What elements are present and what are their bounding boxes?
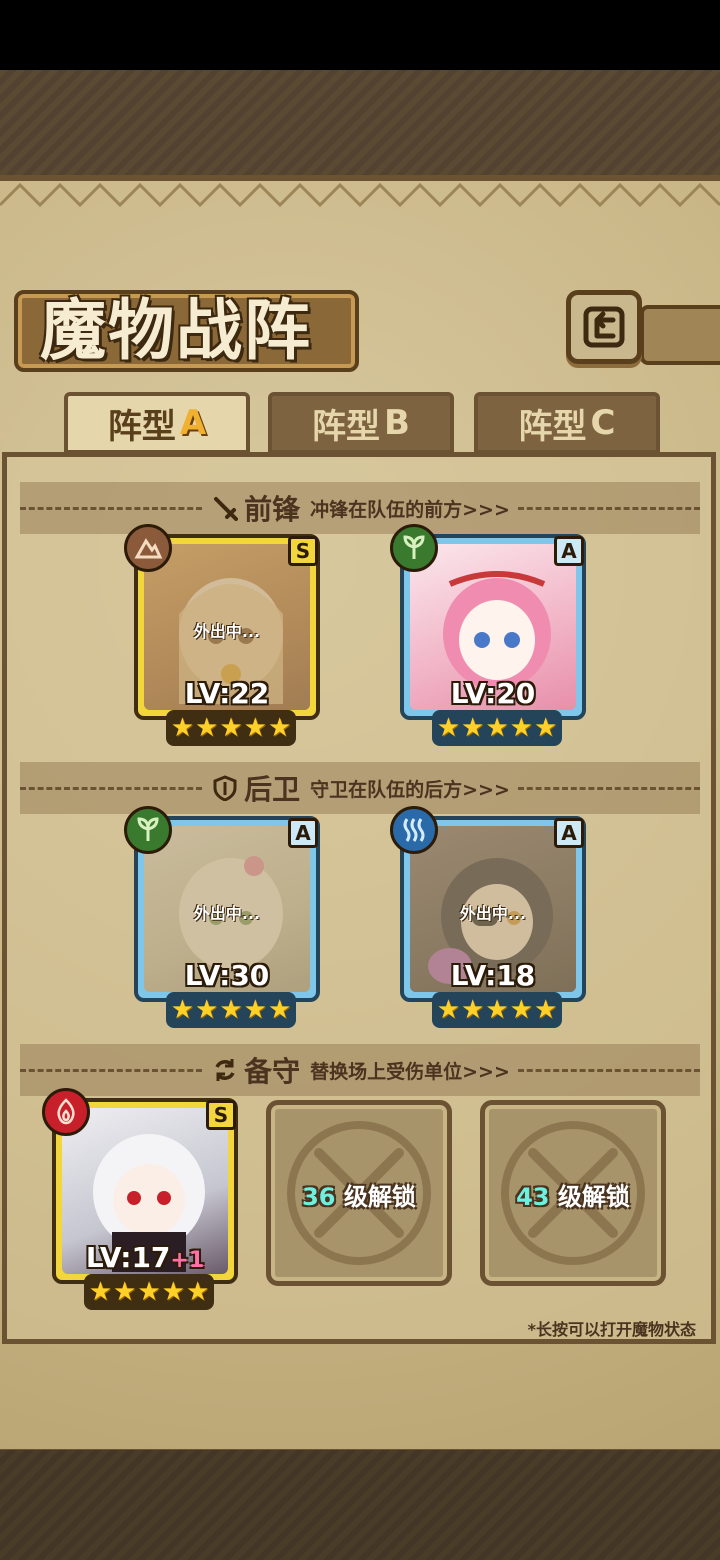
return-icon: [583, 306, 625, 348]
star-rating: ★ ★ ★ ★ ★: [432, 710, 562, 746]
unlock-level: 36: [302, 1183, 336, 1211]
section-back-desc: 守卫在队伍的后方>>>: [310, 778, 510, 801]
leaf-icon: [124, 806, 172, 854]
unit-card-back-1[interactable]: 外出中... LV:30 A ★ ★ ★ ★ ★: [124, 806, 320, 1028]
unit-card-reserve-1[interactable]: LV:17+1 S ★ ★ ★ ★ ★: [42, 1088, 238, 1310]
page-title: 魔物战阵: [40, 292, 312, 369]
section-back-header: 后卫 守卫在队伍的后方>>>: [20, 762, 700, 814]
star-rating: ★ ★ ★ ★ ★: [432, 992, 562, 1028]
unit-status: 外出中...: [193, 622, 261, 641]
footnote-hint: *长按可以打开魔物状态: [527, 1320, 696, 1339]
unit-level: LV:18: [450, 959, 536, 992]
status-bar: [0, 0, 720, 70]
swap-icon: [210, 1055, 240, 1085]
tab-letter: A: [179, 403, 207, 443]
section-reserve-title: 备守: [244, 1055, 301, 1088]
section-front-header: 前锋 冲锋在队伍的前方>>>: [20, 482, 700, 534]
star-rating: ★ ★ ★ ★ ★: [166, 992, 296, 1028]
earth-icon: [124, 524, 172, 572]
shield-icon: [210, 773, 240, 803]
tab-formation-b[interactable]: 阵型 B: [268, 392, 454, 454]
unit-status: 外出中...: [193, 904, 261, 923]
back-button-tail: [640, 305, 720, 365]
rank-badge: A: [554, 536, 584, 566]
star-rating: ★ ★ ★ ★ ★: [166, 710, 296, 746]
rank-badge: S: [206, 1100, 236, 1130]
section-front-title: 前锋: [244, 493, 301, 526]
rank-badge: S: [288, 536, 318, 566]
unit-level: LV:30: [184, 959, 270, 992]
water-icon: [390, 806, 438, 854]
sword-icon: [210, 493, 240, 523]
section-back-title: 后卫: [244, 773, 301, 806]
unit-level: LV:22: [184, 677, 270, 710]
unlock-text: 级解锁: [343, 1183, 416, 1211]
background-top: [0, 70, 720, 180]
tab-letter: C: [590, 403, 616, 443]
rank-badge: A: [288, 818, 318, 848]
locked-slot-2: 43 级解锁: [480, 1100, 666, 1286]
tab-formation-a[interactable]: 阵型 A: [64, 392, 250, 454]
locked-slot-1: 36 级解锁: [266, 1100, 452, 1286]
tab-label: 阵型: [107, 406, 176, 447]
unit-card-front-2[interactable]: LV:20 A ★ ★ ★ ★ ★: [390, 524, 586, 746]
tab-label: 阵型: [518, 406, 587, 447]
tab-label: 阵型: [312, 406, 381, 447]
unlock-text: 级解锁: [557, 1183, 630, 1211]
rank-badge: A: [554, 818, 584, 848]
fire-icon: [42, 1088, 90, 1136]
unlock-level: 43: [516, 1183, 550, 1211]
section-reserve-header: 备守 替换场上受伤单位>>>: [20, 1044, 700, 1096]
unit-level-value: LV:17: [85, 1241, 171, 1274]
unit-status: 外出中...: [459, 904, 527, 923]
unit-level-bonus: +1: [170, 1248, 205, 1273]
unit-card-front-1[interactable]: 外出中... LV:22 S ★ ★ ★ ★ ★: [124, 524, 320, 746]
tab-letter: B: [384, 403, 410, 443]
leaf-icon: [390, 524, 438, 572]
torn-edge-top: [0, 182, 720, 208]
tab-formation-c[interactable]: 阵型 C: [474, 392, 660, 454]
star-rating: ★ ★ ★ ★ ★: [84, 1274, 214, 1310]
back-button[interactable]: [566, 290, 642, 364]
section-reserve-desc: 替换场上受伤单位>>>: [310, 1060, 510, 1083]
background-bottom: [0, 1450, 720, 1560]
unit-level: LV:17+1: [56, 1241, 234, 1274]
section-front-desc: 冲锋在队伍的前方>>>: [310, 498, 510, 521]
unit-level: LV:20: [450, 677, 536, 710]
unit-card-back-2[interactable]: 外出中... LV:18 A ★ ★ ★ ★ ★: [390, 806, 586, 1028]
